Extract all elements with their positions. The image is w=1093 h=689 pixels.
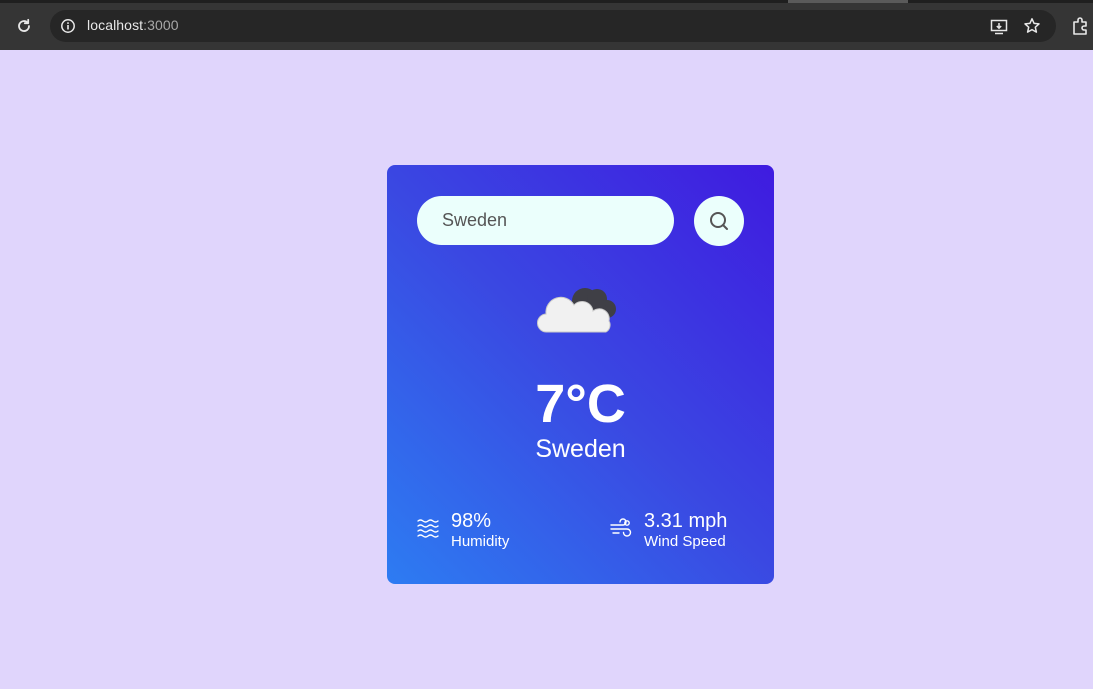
- temperature: 7°C: [535, 374, 626, 434]
- humidity-stat: 98% Humidity: [416, 510, 556, 552]
- humidity-icon: [416, 516, 440, 540]
- city-name: Sweden: [535, 435, 626, 463]
- search-field[interactable]: [417, 196, 674, 245]
- browser-toolbar: localhost:3000: [0, 3, 1093, 50]
- url-host: localhost: [87, 17, 144, 33]
- search-input[interactable]: [442, 196, 662, 245]
- weather-card: 7°C Sweden 98% Humidity: [387, 165, 774, 584]
- browser-chrome: localhost:3000: [0, 0, 1093, 50]
- url-port: :3000: [143, 17, 179, 33]
- wind-stat: 3.31 mph Wind Speed: [609, 510, 759, 552]
- humidity-label: Humidity: [451, 533, 510, 550]
- address-bar[interactable]: localhost:3000: [50, 10, 1056, 42]
- search-button[interactable]: [694, 196, 744, 246]
- bookmark-star-icon[interactable]: [1022, 16, 1042, 36]
- humidity-value: 98%: [451, 510, 492, 532]
- wind-value: 3.31 mph: [644, 510, 728, 532]
- search-icon: [710, 212, 728, 230]
- url-text: localhost:3000: [87, 17, 179, 33]
- reload-icon[interactable]: [14, 16, 34, 36]
- extensions-icon[interactable]: [1070, 16, 1090, 36]
- install-app-icon[interactable]: [989, 17, 1009, 37]
- site-info-icon[interactable]: [60, 18, 76, 34]
- wind-icon: [609, 516, 633, 540]
- wind-label: Wind Speed: [644, 533, 726, 550]
- cloud-icon: [535, 277, 625, 337]
